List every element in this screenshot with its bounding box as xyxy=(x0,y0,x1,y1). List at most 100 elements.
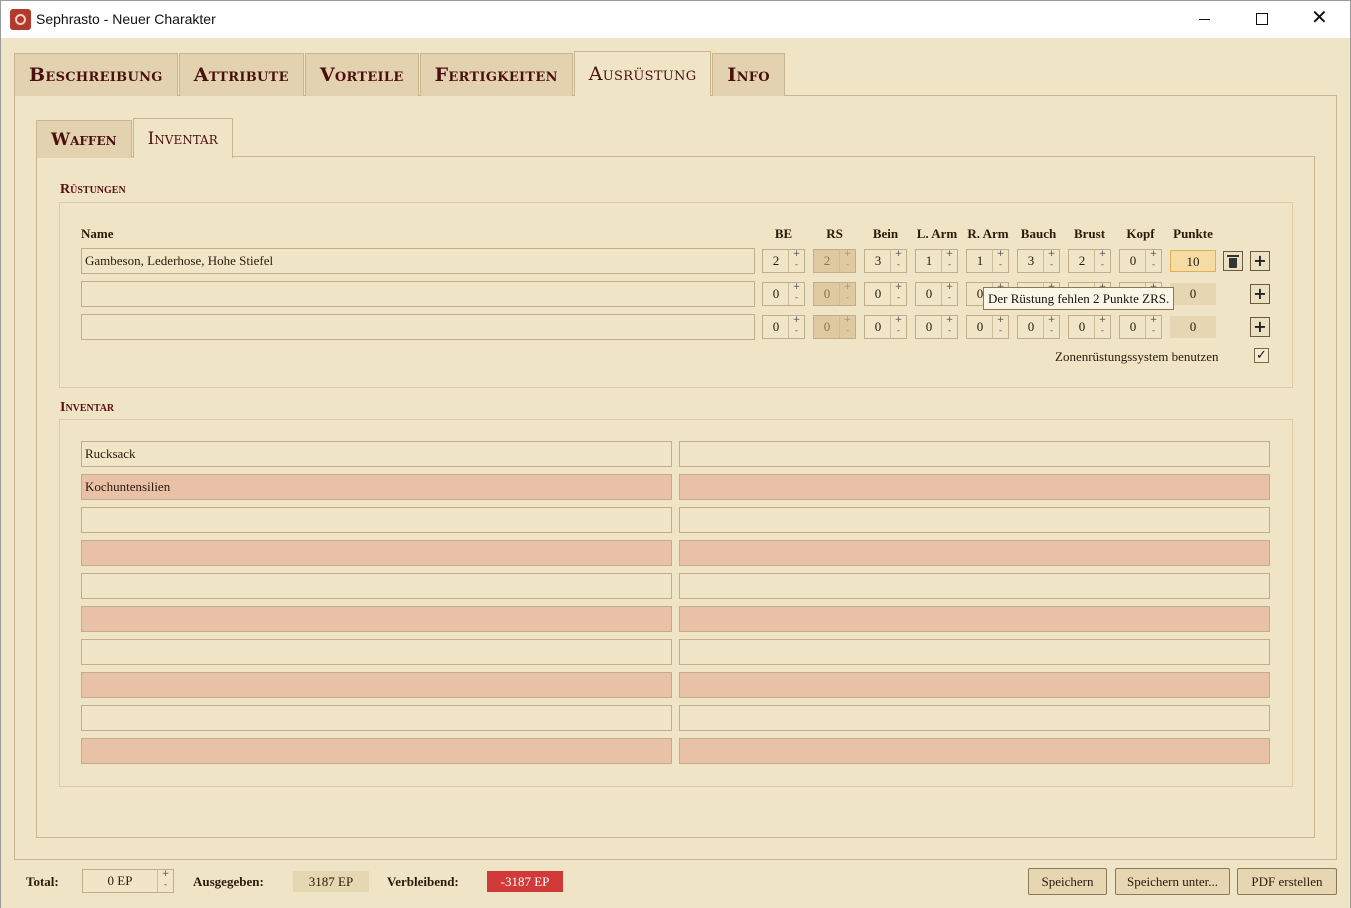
inventory-item-input[interactable] xyxy=(81,639,672,665)
armor-bein-stepper[interactable]: 0 + - xyxy=(864,282,907,306)
stepper-arrows[interactable]: +- xyxy=(941,283,957,305)
inventory-item-input[interactable]: Rucksack xyxy=(81,441,672,467)
inventory-item-input[interactable] xyxy=(679,573,1270,599)
armor-be-stepper[interactable]: 0 + - xyxy=(762,282,805,306)
add-armor-button[interactable]: + xyxy=(1250,317,1270,337)
armor-bein-stepper[interactable]: 3 + - xyxy=(864,249,907,273)
armor-rarm-stepper[interactable]: 0 +- xyxy=(966,315,1009,339)
zrs-checkbox[interactable]: ✓ xyxy=(1254,348,1269,363)
minus-icon: - xyxy=(794,326,799,336)
minus-icon: - xyxy=(947,293,952,303)
maximize-button[interactable] xyxy=(1233,1,1291,39)
inventory-item-input[interactable] xyxy=(679,507,1270,533)
stepper-arrows[interactable]: +- xyxy=(992,250,1008,272)
inventory-item-input[interactable] xyxy=(81,507,672,533)
inventory-item-input[interactable] xyxy=(679,639,1270,665)
inventory-item-input[interactable] xyxy=(81,606,672,632)
inventory-item-input[interactable] xyxy=(679,474,1270,500)
add-armor-button[interactable]: + xyxy=(1250,251,1270,271)
save-as-button[interactable]: Speichern unter... xyxy=(1115,868,1230,895)
tab-attribute[interactable]: Attribute xyxy=(178,53,304,96)
stepper-arrows[interactable]: +- xyxy=(890,316,906,338)
stepper-arrows[interactable]: +- xyxy=(1145,316,1161,338)
stepper-arrows[interactable]: +- xyxy=(788,316,804,338)
inventory-item-input[interactable]: Kochuntensilien xyxy=(81,474,672,500)
trash-icon[interactable] xyxy=(1223,251,1243,271)
stepper-arrows[interactable]: +- xyxy=(1094,250,1110,272)
add-armor-button[interactable]: + xyxy=(1250,284,1270,304)
inventory-item-input[interactable] xyxy=(81,672,672,698)
inventory-item-input[interactable] xyxy=(679,540,1270,566)
inventory-item-input[interactable] xyxy=(81,573,672,599)
col-rarm: R. Arm xyxy=(967,226,1009,241)
stepper-arrows[interactable]: +- xyxy=(992,316,1008,338)
tab-ausruestung[interactable]: Ausrüstung xyxy=(573,51,712,96)
ausgegeben-label: Ausgegeben: xyxy=(193,874,264,889)
minus-icon: - xyxy=(794,260,799,270)
armor-larm-stepper[interactable]: 0 + - xyxy=(915,282,958,306)
inventory-item-input[interactable] xyxy=(81,540,672,566)
armor-rs-stepper: 0 + - xyxy=(813,282,856,306)
armor-brust-stepper[interactable]: 2 + - xyxy=(1068,249,1111,273)
stepper-arrows[interactable]: +- xyxy=(788,283,804,305)
close-button[interactable]: ✕ xyxy=(1291,1,1349,39)
armor-rarm-stepper[interactable]: 1 + - xyxy=(966,249,1009,273)
verbleibend-label: Verbleibend: xyxy=(387,874,459,889)
stepper-arrows[interactable]: +- xyxy=(1043,250,1059,272)
stepper-arrows[interactable]: +- xyxy=(890,250,906,272)
inventory-item-input[interactable] xyxy=(81,738,672,764)
minus-icon: - xyxy=(896,293,901,303)
minus-icon: - xyxy=(1100,326,1105,336)
armor-larm-stepper[interactable]: 1 + - xyxy=(915,249,958,273)
armor-name-input[interactable]: Gambeson, Lederhose, Hohe Stiefel xyxy=(81,248,755,274)
inventory-item-input[interactable] xyxy=(81,705,672,731)
armor-be-stepper[interactable]: 2 + - xyxy=(762,249,805,273)
armor-kopf-stepper[interactable]: 0 +- xyxy=(1119,249,1162,273)
armor-kopf-stepper[interactable]: 0 +- xyxy=(1119,315,1162,339)
inventory-item-input[interactable] xyxy=(679,441,1270,467)
armor-bein-stepper[interactable]: 0 + - xyxy=(864,315,907,339)
subtab-inventar[interactable]: Inventar xyxy=(132,118,233,158)
armor-be-stepper[interactable]: 0 + - xyxy=(762,315,805,339)
minimize-button[interactable] xyxy=(1175,1,1233,39)
stepper-arrows[interactable]: +- xyxy=(157,870,173,892)
minus-icon: - xyxy=(1151,260,1156,270)
stepper-arrows[interactable]: +- xyxy=(890,283,906,305)
stepper-arrows[interactable]: +- xyxy=(1145,250,1161,272)
stepper-arrows[interactable]: +- xyxy=(1094,316,1110,338)
armor-bauch-stepper[interactable]: 0 +- xyxy=(1017,315,1060,339)
col-bauch: Bauch xyxy=(1020,226,1057,241)
total-ep-stepper[interactable]: 0 EP + - xyxy=(82,869,174,893)
stepper-arrows[interactable]: +- xyxy=(1043,316,1059,338)
armor-brust-stepper[interactable]: 0 +- xyxy=(1068,315,1111,339)
armor-name-input[interactable] xyxy=(81,281,755,307)
stepper-value: 0 xyxy=(772,286,780,301)
stepper-arrows[interactable]: +- xyxy=(788,250,804,272)
stepper-value: 2 xyxy=(1078,253,1086,268)
total-label: Total: xyxy=(26,874,59,889)
inventory-item-input[interactable] xyxy=(679,672,1270,698)
stepper-arrows[interactable]: +- xyxy=(941,316,957,338)
pdf-export-button[interactable]: PDF erstellen xyxy=(1237,868,1337,895)
armor-bauch-stepper[interactable]: 3 + - xyxy=(1017,249,1060,273)
main-tabs: Beschreibung Attribute Vorteile Fertigke… xyxy=(14,51,786,96)
inventory-item-input[interactable] xyxy=(679,705,1270,731)
stepper-value: 0 xyxy=(823,319,831,334)
stepper-value: 3 xyxy=(874,253,882,268)
tab-info[interactable]: Info xyxy=(712,53,785,96)
armor-name-input[interactable] xyxy=(81,314,755,340)
inventory-item-input[interactable] xyxy=(679,606,1270,632)
col-bein: Bein xyxy=(872,226,899,241)
tab-vorteile[interactable]: Vorteile xyxy=(304,53,419,96)
save-button[interactable]: Speichern xyxy=(1028,868,1107,895)
tab-beschreibung[interactable]: Beschreibung xyxy=(14,53,178,96)
tab-fertigkeiten[interactable]: Fertigkeiten xyxy=(419,53,573,96)
armor-punkte-value: 0 xyxy=(1170,283,1216,305)
inventory-item-input[interactable] xyxy=(679,738,1270,764)
stepper-arrows: + - xyxy=(839,250,855,272)
armor-larm-stepper[interactable]: 0 + - xyxy=(915,315,958,339)
subtab-waffen[interactable]: Waffen xyxy=(36,120,132,158)
minus-icon: - xyxy=(998,326,1003,336)
stepper-value: 1 xyxy=(925,253,933,268)
stepper-arrows[interactable]: +- xyxy=(941,250,957,272)
